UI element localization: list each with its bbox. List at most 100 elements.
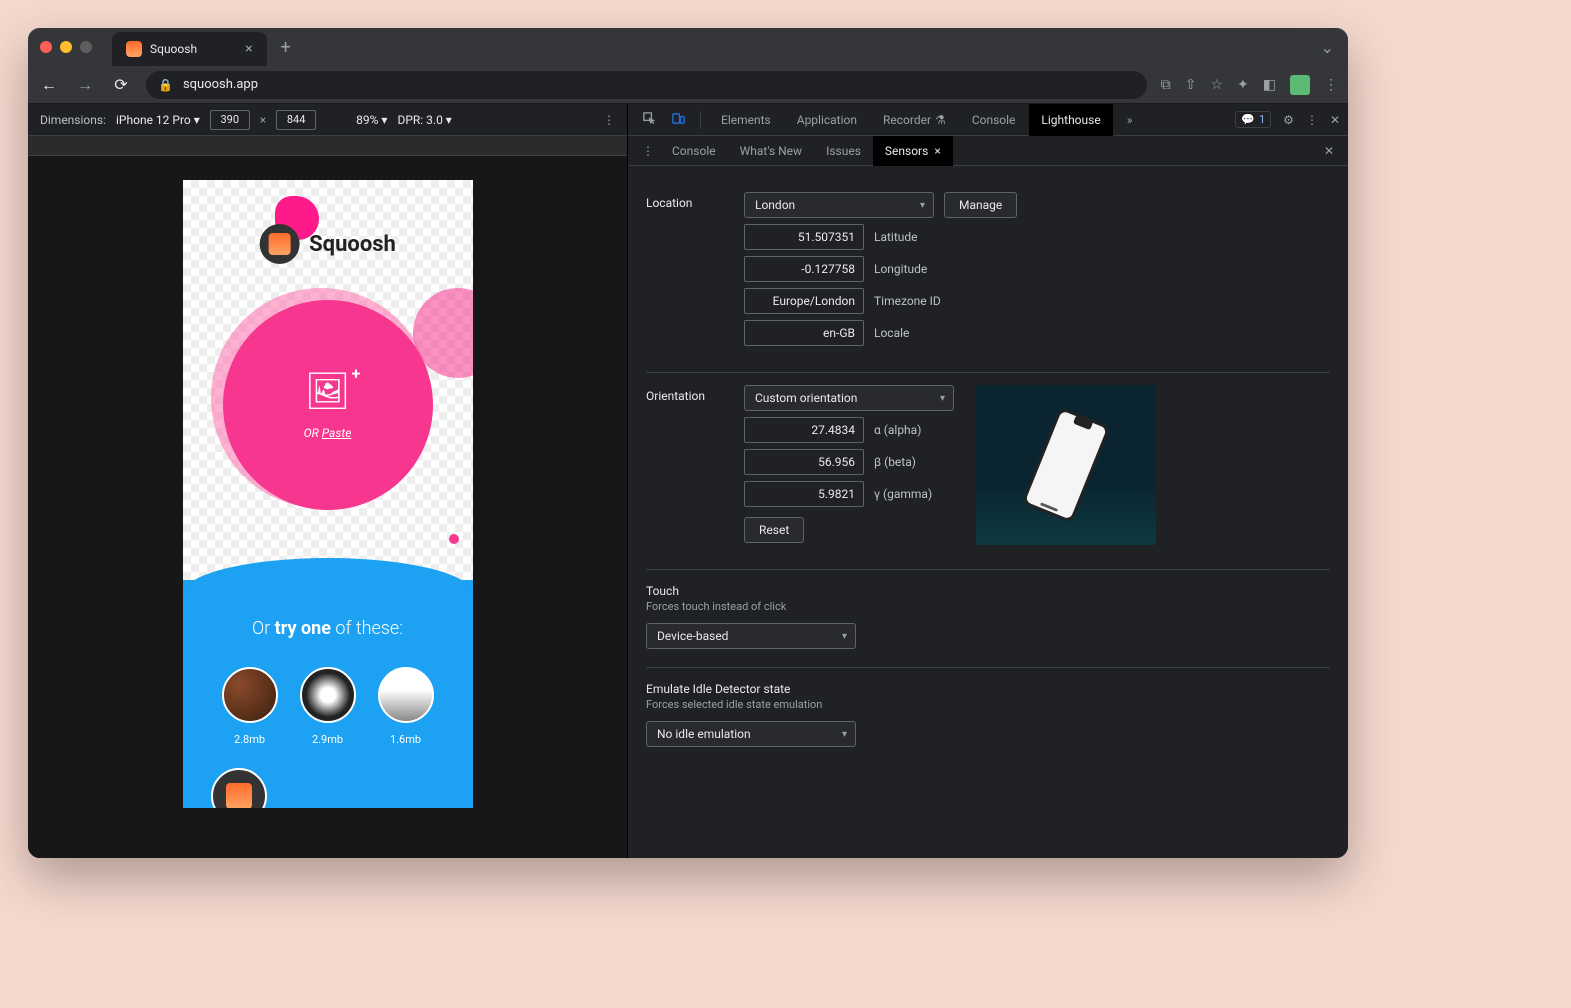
location-preset-select[interactable]: London <box>744 192 934 218</box>
orientation-reset-button[interactable]: Reset <box>744 517 804 543</box>
maximize-window-button[interactable] <box>80 41 92 53</box>
location-section: Location London Manage Latitude Longit <box>646 180 1330 373</box>
device-canvas: Squoosh 🖼+ OR Paste Or try one of these: <box>28 136 627 858</box>
orientation-visualizer[interactable] <box>976 385 1156 545</box>
sample-image-2[interactable]: 2.9mb <box>300 667 356 746</box>
longitude-input[interactable] <box>744 256 864 282</box>
height-input[interactable] <box>276 110 316 130</box>
width-input[interactable] <box>210 110 250 130</box>
locale-input[interactable] <box>744 320 864 346</box>
image-icon: 🖼+ <box>305 370 351 412</box>
idle-section: Emulate Idle Detector state Forces selec… <box>646 668 1330 765</box>
browser-window: Squoosh × + ⌄ ← → ⟳ 🔒 squoosh.app ⧉ ⇧ ☆ … <box>28 28 1348 858</box>
close-window-button[interactable] <box>40 41 52 53</box>
flask-icon: ⚗ <box>935 113 946 127</box>
idle-select[interactable]: No idle emulation <box>646 721 856 747</box>
sensors-panel: Location London Manage Latitude Longit <box>628 166 1348 858</box>
dimensions-label: Dimensions: <box>40 113 106 127</box>
beta-label: β (beta) <box>874 455 916 469</box>
orientation-preset-select[interactable]: Custom orientation <box>744 385 954 411</box>
browser-toolbar: ← → ⟳ 🔒 squoosh.app ⧉ ⇧ ☆ ✦ ◧ ⋮ <box>28 66 1348 104</box>
browser-tab[interactable]: Squoosh × <box>112 32 267 66</box>
reload-button[interactable]: ⟳ <box>110 75 132 94</box>
location-heading: Location <box>646 192 726 352</box>
zoom-select[interactable]: 89% ▾ <box>356 113 387 127</box>
tab-lighthouse[interactable]: Lighthouse <box>1029 104 1112 136</box>
device-menu-button[interactable]: ⋮ <box>603 113 615 127</box>
share-icon[interactable]: ⇧ <box>1185 77 1197 93</box>
open-external-icon[interactable]: ⧉ <box>1161 77 1171 93</box>
tab-favicon <box>126 41 142 57</box>
gamma-input[interactable] <box>744 481 864 507</box>
close-icon[interactable]: × <box>934 144 940 158</box>
touch-select[interactable]: Device-based <box>646 623 856 649</box>
alpha-label: α (alpha) <box>874 423 921 437</box>
drawer-tab-issues[interactable]: Issues <box>814 136 873 166</box>
drawer-tab-bar: ⋮ Console What's New Issues Sensors × ✕ <box>628 136 1348 166</box>
forward-button[interactable]: → <box>74 75 96 95</box>
browser-menu-icon[interactable]: ⋮ <box>1324 77 1338 93</box>
sample-image-4[interactable] <box>211 768 267 808</box>
settings-icon[interactable]: ⚙ <box>1283 113 1294 127</box>
emulated-viewport[interactable]: Squoosh 🖼+ OR Paste Or try one of these: <box>183 180 473 808</box>
toolbar-actions: ⧉ ⇧ ☆ ✦ ◧ ⋮ <box>1161 75 1338 95</box>
gamma-label: γ (gamma) <box>874 487 932 501</box>
idle-heading: Emulate Idle Detector state <box>646 682 1330 696</box>
beta-input[interactable] <box>744 449 864 475</box>
tab-recorder[interactable]: Recorder ⚗ <box>871 104 958 136</box>
or-paste-text[interactable]: OR Paste <box>304 426 352 440</box>
device-select[interactable]: iPhone 12 Pro ▾ <box>116 113 200 127</box>
minimize-window-button[interactable] <box>60 41 72 53</box>
devtools-close-button[interactable]: ✕ <box>1330 113 1340 127</box>
device-mode-icon[interactable] <box>665 111 692 129</box>
bookmark-icon[interactable]: ☆ <box>1210 77 1223 93</box>
tab-elements[interactable]: Elements <box>709 104 783 136</box>
drawer-menu-icon[interactable]: ⋮ <box>636 144 660 158</box>
drawer-tab-whatsnew[interactable]: What's New <box>728 136 814 166</box>
manage-locations-button[interactable]: Manage <box>944 192 1017 218</box>
tab-console[interactable]: Console <box>960 104 1028 136</box>
tab-close-button[interactable]: × <box>245 41 252 57</box>
back-button[interactable]: ← <box>38 75 60 95</box>
dimension-separator: × <box>260 113 266 127</box>
latitude-input[interactable] <box>744 224 864 250</box>
squoosh-hero: Squoosh 🖼+ OR Paste <box>183 180 473 580</box>
squoosh-logo-text: Squoosh <box>309 232 396 257</box>
drawer-tab-sensors[interactable]: Sensors × <box>873 136 953 166</box>
upload-dropzone[interactable]: 🖼+ OR Paste <box>223 300 433 510</box>
device-emulation-pane: Dimensions: iPhone 12 Pro ▾ × 89% ▾ DPR:… <box>28 104 628 858</box>
inspect-icon[interactable] <box>636 111 663 129</box>
devtools-tab-bar: Elements Application Recorder ⚗ Console … <box>628 104 1348 136</box>
devtools-menu-icon[interactable]: ⋮ <box>1306 113 1318 127</box>
sample-size: 1.6mb <box>390 733 421 746</box>
tab-application[interactable]: Application <box>785 104 869 136</box>
latitude-label: Latitude <box>874 230 918 244</box>
locale-label: Locale <box>874 326 909 340</box>
ruler <box>28 136 627 156</box>
sample-thumb-icon <box>211 768 267 808</box>
longitude-label: Longitude <box>874 262 927 276</box>
timezone-input[interactable] <box>744 288 864 314</box>
address-bar[interactable]: 🔒 squoosh.app <box>146 71 1147 99</box>
url-text: squoosh.app <box>183 77 258 92</box>
new-tab-button[interactable]: + <box>281 37 291 58</box>
issues-badge[interactable]: 💬1 <box>1235 111 1271 128</box>
drawer-tab-console[interactable]: Console <box>660 136 728 166</box>
tabs-overflow[interactable]: » <box>1115 104 1145 136</box>
extensions-icon[interactable]: ✦ <box>1237 77 1249 93</box>
orientation-heading: Orientation <box>646 385 726 549</box>
drawer-close-button[interactable]: ✕ <box>1318 144 1340 158</box>
sample-image-3[interactable]: 1.6mb <box>378 667 434 746</box>
sample-thumb-icon <box>300 667 356 723</box>
sample-size: 2.9mb <box>312 733 343 746</box>
dot-shape <box>449 534 459 544</box>
alpha-input[interactable] <box>744 417 864 443</box>
sample-thumb-icon <box>378 667 434 723</box>
tabs-overflow-button[interactable]: ⌄ <box>1321 38 1334 57</box>
sample-image-1[interactable]: 2.8mb <box>222 667 278 746</box>
device-toolbar: Dimensions: iPhone 12 Pro ▾ × 89% ▾ DPR:… <box>28 104 627 136</box>
profile-avatar[interactable] <box>1290 75 1310 95</box>
side-panel-icon[interactable]: ◧ <box>1263 77 1276 93</box>
lock-icon: 🔒 <box>158 78 173 92</box>
dpr-select[interactable]: DPR: 3.0 ▾ <box>397 113 451 127</box>
